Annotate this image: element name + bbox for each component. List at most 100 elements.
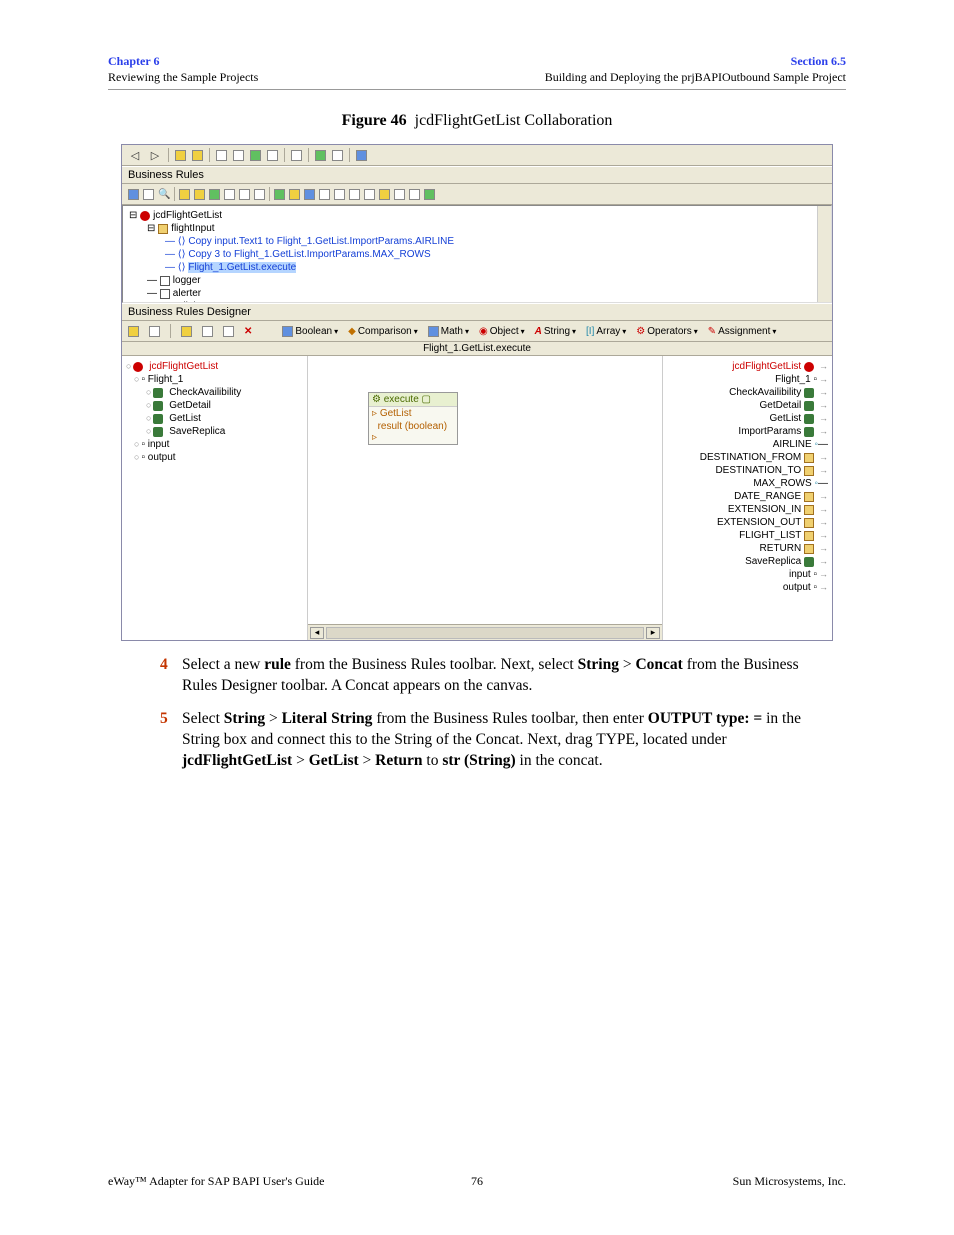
toolbar-icon[interactable]	[356, 150, 367, 161]
tree-item[interactable]: — logger	[129, 274, 825, 287]
tree-item[interactable]: GetDetail	[667, 399, 828, 412]
string-menu[interactable]: AString	[535, 326, 576, 337]
toolbar-icon[interactable]	[379, 189, 390, 200]
boolean-menu[interactable]: Boolean	[282, 326, 338, 337]
text: >	[292, 752, 309, 769]
toolbar-icon[interactable]	[149, 326, 160, 337]
toolbar-icon[interactable]	[291, 150, 302, 161]
comparison-menu[interactable]: ◆Comparison	[348, 326, 418, 337]
right-tree-panel[interactable]: jcdFlightGetList Flight_1 ▫ CheckAvailib…	[662, 356, 832, 640]
toolbar-icon[interactable]	[364, 189, 375, 200]
tree-item[interactable]: ⊟ flightInput	[129, 222, 825, 235]
node-port[interactable]: result (boolean) ▹	[369, 420, 457, 444]
tree-item[interactable]: ▫ input	[126, 438, 303, 451]
tree-item[interactable]: GetList	[126, 412, 303, 425]
tree-item[interactable]: — collabContext	[129, 300, 825, 303]
toolbar-icon[interactable]	[239, 189, 250, 200]
toolbar-icon[interactable]	[216, 150, 227, 161]
tree-item[interactable]: — ⟨⟩ Copy input.Text1 to Flight_1.GetLis…	[129, 235, 825, 248]
canvas-workspace[interactable]: ⚙ execute ▢ ▹ GetList result (boolean) ▹…	[308, 356, 662, 640]
toolbar-icon[interactable]	[192, 150, 203, 161]
designer-title: Flight_1.GetList.execute	[122, 342, 832, 356]
toolbar-icon[interactable]	[349, 189, 360, 200]
operators-menu[interactable]: ⚙Operators	[636, 326, 697, 337]
tree-item-selected[interactable]: — ⟨⟩ Flight_1.GetList.execute	[129, 261, 825, 274]
array-menu[interactable]: [I]Array	[586, 326, 626, 337]
toolbar-icon[interactable]	[315, 150, 326, 161]
text: Select a new	[182, 656, 264, 673]
toolbar-icon[interactable]	[319, 189, 330, 200]
tree-item[interactable]: CheckAvailibility	[667, 386, 828, 399]
tree-item[interactable]: jcdFlightGetList	[667, 360, 828, 373]
forward-icon[interactable]: ▷	[148, 148, 162, 162]
tree-item[interactable]: ⊟ jcdFlightGetList	[129, 209, 825, 222]
step-number: 5	[160, 709, 168, 730]
back-icon[interactable]: ◁	[128, 148, 142, 162]
tree-item[interactable]: GetDetail	[126, 399, 303, 412]
tree-item[interactable]: ▫ output	[126, 451, 303, 464]
execute-node[interactable]: ⚙ execute ▢ ▹ GetList result (boolean) ▹	[368, 392, 458, 445]
toolbar-icon[interactable]	[128, 326, 139, 337]
top-toolbar: ◁ ▷	[122, 145, 832, 166]
text: in the concat.	[516, 752, 603, 769]
scroll-right-icon[interactable]: ▸	[646, 627, 660, 639]
horizontal-scrollbar[interactable]: ◂ ▸	[308, 624, 662, 640]
toolbar-icon[interactable]	[424, 189, 435, 200]
tree-item[interactable]: SaveReplica	[667, 555, 828, 568]
toolbar-icon[interactable]	[223, 326, 234, 337]
toolbar-icon[interactable]	[394, 189, 405, 200]
toolbar-icon[interactable]	[179, 189, 190, 200]
scroll-left-icon[interactable]: ◂	[310, 627, 324, 639]
tree-item[interactable]: SaveReplica	[126, 425, 303, 438]
assignment-menu[interactable]: ✎Assignment	[708, 326, 777, 337]
toolbar-icon[interactable]	[233, 150, 244, 161]
toolbar-icon[interactable]	[332, 150, 343, 161]
tree-item[interactable]: EXTENSION_IN	[667, 503, 828, 516]
toolbar-icon[interactable]	[254, 189, 265, 200]
left-tree-panel[interactable]: jcdFlightGetList ▫ Flight_1 CheckAvailib…	[122, 356, 308, 640]
tree-item[interactable]: DESTINATION_FROM	[667, 451, 828, 464]
tree-item[interactable]: ImportParams	[667, 425, 828, 438]
rules-tree[interactable]: ⊟ jcdFlightGetList ⊟ flightInput — ⟨⟩ Co…	[122, 205, 832, 303]
toolbar-icon[interactable]	[194, 189, 205, 200]
node-port[interactable]: ▹ GetList	[369, 407, 457, 420]
toolbar-icon[interactable]	[224, 189, 235, 200]
toolbar-icon[interactable]	[181, 326, 192, 337]
toolbar-icon[interactable]	[250, 150, 261, 161]
tree-item[interactable]: Flight_1 ▫	[667, 373, 828, 386]
tree-item[interactable]: — alerter	[129, 287, 825, 300]
scroll-track[interactable]	[326, 627, 644, 639]
toolbar-icon[interactable]	[304, 189, 315, 200]
toolbar-icon[interactable]	[209, 189, 220, 200]
leaf-icon	[153, 414, 163, 424]
toolbar-icon[interactable]	[274, 189, 285, 200]
tree-item[interactable]: DATE_RANGE	[667, 490, 828, 503]
folder-icon	[158, 224, 168, 234]
tree-item[interactable]: ▫ Flight_1	[126, 373, 303, 386]
toolbar-icon[interactable]	[409, 189, 420, 200]
tree-item[interactable]: — ⟨⟩ Copy 3 to Flight_1.GetList.ImportPa…	[129, 248, 825, 261]
object-menu[interactable]: ◉Object	[479, 326, 525, 337]
toolbar-icon[interactable]	[289, 189, 300, 200]
toolbar-icon[interactable]	[202, 326, 213, 337]
tree-item[interactable]: FLIGHT_LIST	[667, 529, 828, 542]
toolbar-icon[interactable]	[143, 189, 154, 200]
tree-item[interactable]: EXTENSION_OUT	[667, 516, 828, 529]
tree-item[interactable]: jcdFlightGetList	[126, 360, 303, 373]
toolbar-icon[interactable]	[334, 189, 345, 200]
vertical-scrollbar[interactable]	[817, 206, 831, 302]
tree-item[interactable]: MAX_ROWS ◦—	[667, 477, 828, 490]
tree-item[interactable]: output ▫	[667, 581, 828, 594]
search-icon[interactable]: 🔍	[158, 189, 170, 200]
math-menu[interactable]: Math	[428, 326, 469, 337]
delete-icon[interactable]: ✕	[244, 326, 252, 337]
toolbar-icon[interactable]	[267, 150, 278, 161]
tree-item[interactable]: CheckAvailibility	[126, 386, 303, 399]
toolbar-icon[interactable]	[175, 150, 186, 161]
tree-item[interactable]: input ▫	[667, 568, 828, 581]
tree-item[interactable]: RETURN	[667, 542, 828, 555]
tree-item[interactable]: DESTINATION_TO	[667, 464, 828, 477]
toolbar-icon[interactable]	[128, 189, 139, 200]
tree-item[interactable]: AIRLINE ◦—	[667, 438, 828, 451]
tree-item[interactable]: GetList	[667, 412, 828, 425]
